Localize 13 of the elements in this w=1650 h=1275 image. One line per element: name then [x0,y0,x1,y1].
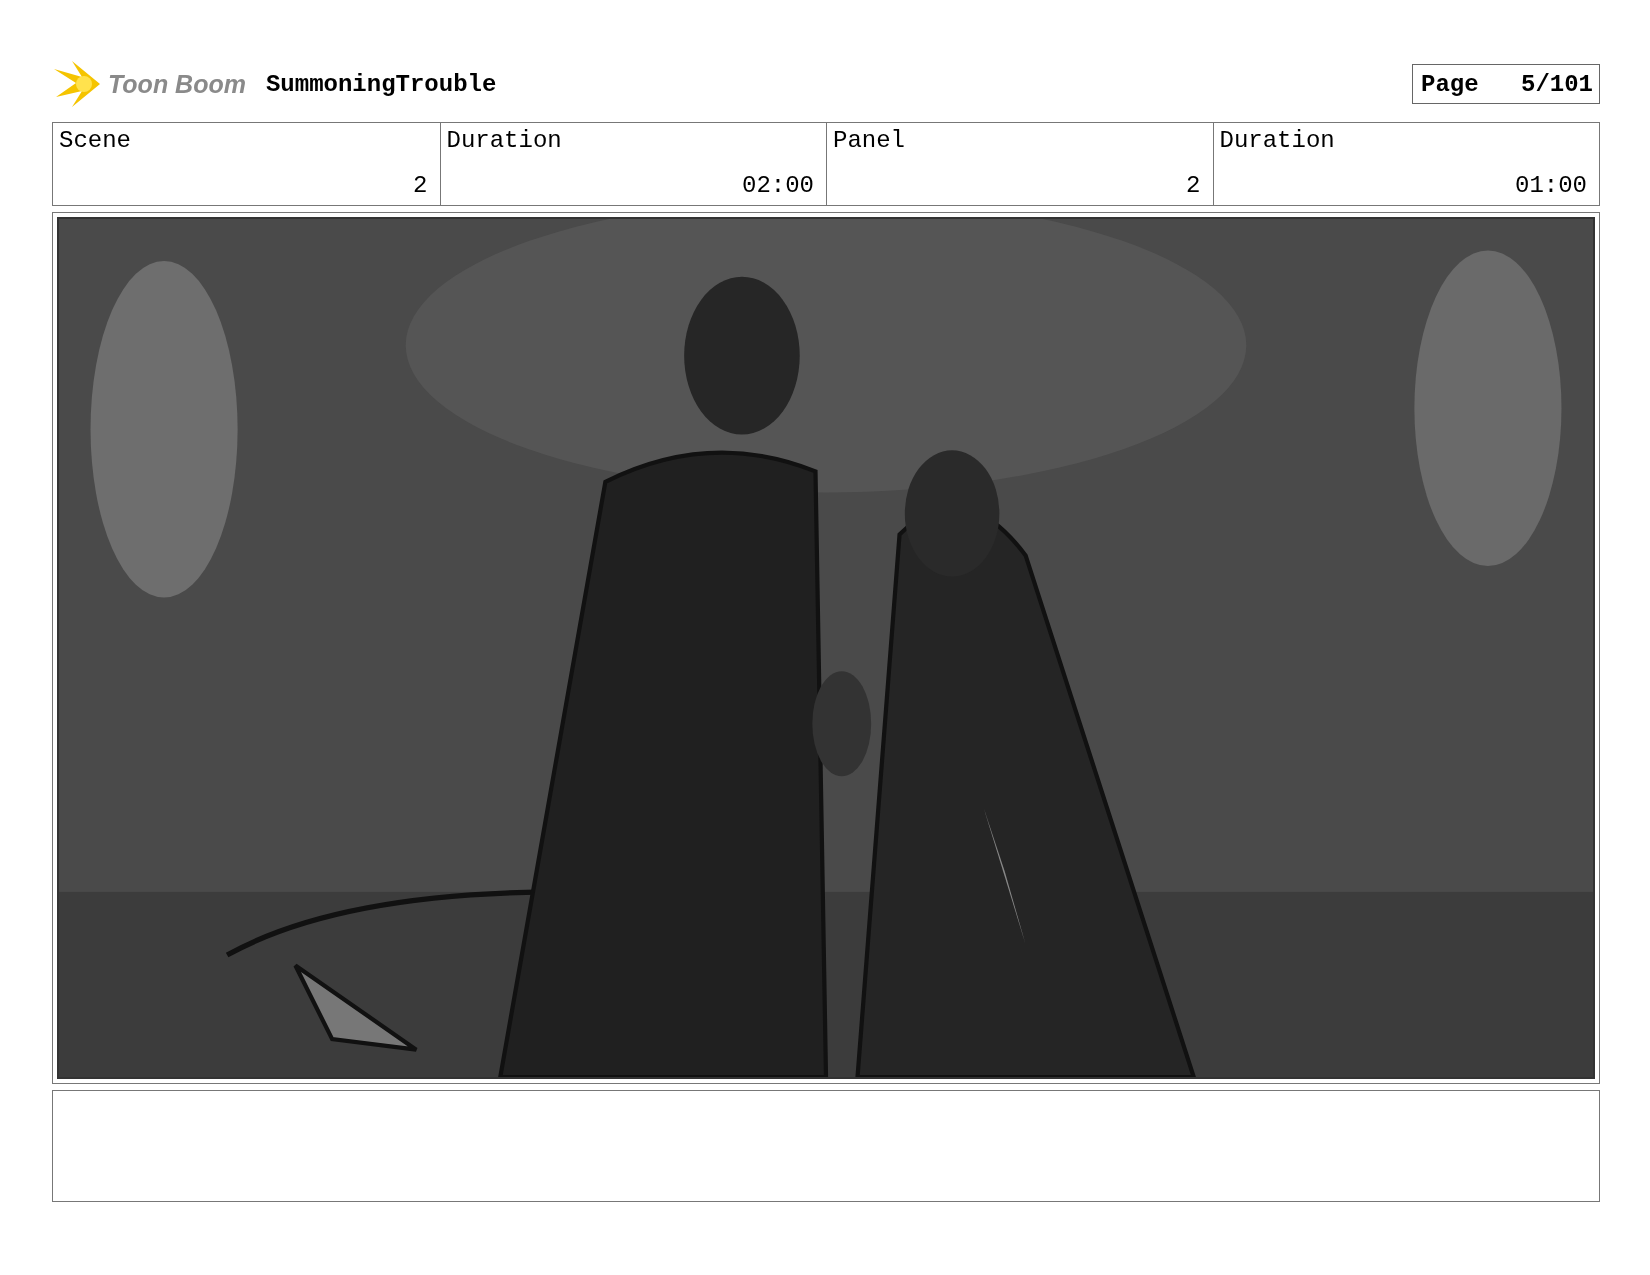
logo-text: Toon Boom [108,69,246,99]
field-label: Scene [59,127,132,154]
document-title: SummoningTrouble [265,70,497,98]
field-value: 2 [1185,172,1201,199]
page-number: 5/101 [1521,70,1593,98]
field-value: 2 [412,172,428,199]
starburst-icon [52,59,102,109]
field-label: Duration [1219,127,1336,154]
field-label: Panel [833,127,906,154]
page-label: Page [1421,70,1479,98]
field-value: 01:00 [1514,172,1587,199]
field-label: Duration [446,127,563,154]
field-value: 02:00 [741,172,814,199]
